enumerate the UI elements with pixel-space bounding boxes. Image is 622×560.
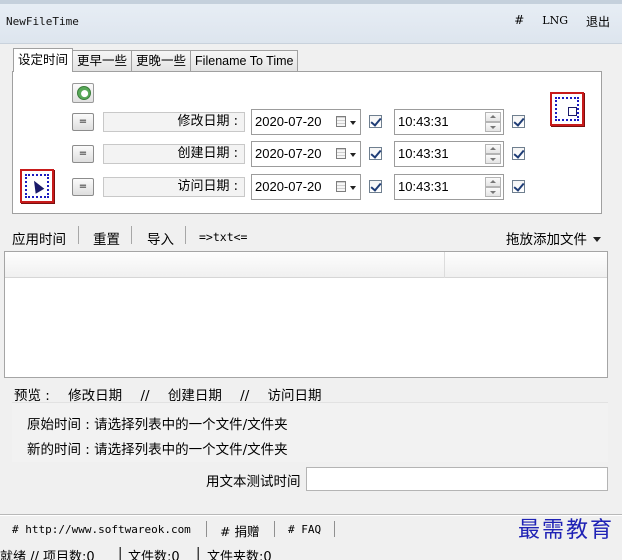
file-list[interactable] [4, 251, 608, 378]
created-time-checkbox[interactable] [512, 147, 525, 160]
app-title: NewFileTime [6, 15, 79, 28]
tab-strip: 设定时间 更早一些 更晚一些 Filename To Time [13, 48, 299, 72]
created-date-input[interactable]: 2020-07-20 [251, 141, 361, 167]
row-accessed: = 访问日期 : 2020-07-20 10:43:31 [13, 174, 603, 200]
row-created: = 创建日期 : 2020-07-20 10:43:31 [13, 141, 603, 167]
chevron-down-icon [593, 237, 601, 242]
export-txt-button[interactable]: =>txt<= [199, 230, 247, 244]
chevron-down-icon[interactable] [350, 121, 356, 125]
accessed-label: 访问日期 : [103, 177, 245, 197]
bottom-divider [334, 521, 335, 537]
title-bar: NewFileTime # LNG 退出 [0, 0, 622, 44]
tab-set-time[interactable]: 设定时间 [13, 48, 74, 72]
test-time-input[interactable] [306, 467, 608, 491]
drag-add-files-menu[interactable]: 拖放添加文件 [506, 228, 601, 248]
menu-language[interactable]: LNG [542, 13, 568, 30]
modified-time-value: 10:43:31 [398, 114, 449, 129]
accessed-time-spinner[interactable] [485, 177, 501, 197]
status-divider: | [196, 546, 201, 560]
spin-down-icon[interactable] [485, 187, 501, 197]
top-menu: # LNG 退出 [514, 13, 610, 30]
cursor-icon [568, 107, 577, 116]
calendar-icon[interactable] [336, 116, 346, 127]
faq-link[interactable]: # FAQ [288, 523, 321, 536]
modified-date-value: 2020-07-20 [255, 114, 322, 129]
bottom-divider [206, 521, 207, 537]
spin-up-icon[interactable] [485, 112, 501, 122]
title-bar-edge [0, 0, 622, 4]
created-date-value: 2020-07-20 [255, 146, 322, 161]
copy-accessed-button[interactable]: = [72, 178, 94, 196]
accessed-time-value: 10:43:31 [398, 179, 449, 194]
test-time-label: 用文本测试时间 [206, 474, 301, 490]
file-list-column-name[interactable] [5, 252, 445, 278]
new-time-text: 新的时间 : 请选择列表中的一个文件/文件夹 [27, 442, 288, 458]
copy-modified-button[interactable]: = [72, 113, 94, 131]
modified-label: 修改日期 : [103, 112, 245, 132]
status-divider: | [118, 546, 123, 560]
set-time-panel: = 修改日期 : 2020-07-20 10:43:31 = 创建日期 : 20… [12, 71, 602, 214]
preview-line: 预览 : 修改日期 // 创建日期 // 访问日期 [14, 384, 336, 404]
time-info-area: 原始时间 : 请选择列表中的一个文件/文件夹 新的时间 : 请选择列表中的一个文… [12, 402, 608, 462]
spin-down-icon[interactable] [485, 122, 501, 132]
spin-up-icon[interactable] [485, 144, 501, 154]
website-link[interactable]: # http://www.softwareok.com [12, 523, 191, 536]
spin-down-icon[interactable] [485, 154, 501, 164]
apply-time-button[interactable]: 应用时间 [12, 228, 66, 248]
accessed-time-checkbox[interactable] [512, 180, 525, 193]
created-time-input[interactable]: 10:43:31 [394, 141, 504, 167]
spin-up-icon[interactable] [485, 177, 501, 187]
file-picker-left-icon[interactable] [20, 169, 54, 203]
accessed-time-input[interactable]: 10:43:31 [394, 174, 504, 200]
copy-created-button[interactable]: = [72, 145, 94, 163]
drag-add-files-label: 拖放添加文件 [506, 232, 587, 248]
created-label: 创建日期 : [103, 144, 245, 164]
import-button[interactable]: 导入 [147, 228, 174, 248]
toolbar-divider [185, 226, 186, 244]
original-time-text: 原始时间 : 请选择列表中的一个文件/文件夹 [27, 417, 288, 433]
clock-icon [77, 86, 91, 100]
status-files: 文件数:0 [128, 550, 180, 560]
menu-hash[interactable]: # [514, 13, 524, 30]
modified-time-spinner[interactable] [485, 112, 501, 132]
file-list-header [5, 252, 607, 278]
tab-earlier[interactable]: 更早一些 [72, 50, 133, 72]
modified-date-input[interactable]: 2020-07-20 [251, 109, 361, 135]
modified-date-checkbox[interactable] [369, 115, 382, 128]
toolbar-divider [131, 226, 132, 244]
status-bar: 就绪 // 项目数:0 | 文件数:0 | 文件夹数:0 [0, 544, 622, 560]
created-date-checkbox[interactable] [369, 147, 382, 160]
status-ready: 就绪 // 项目数:0 [0, 550, 95, 560]
chevron-down-icon[interactable] [350, 186, 356, 190]
calendar-icon[interactable] [336, 148, 346, 159]
toolbar-divider [78, 226, 79, 244]
status-folders: 文件夹数:0 [207, 550, 272, 560]
file-picker-right-icon[interactable] [550, 92, 584, 126]
tab-later[interactable]: 更晚一些 [131, 50, 192, 72]
created-time-spinner[interactable] [485, 144, 501, 164]
donate-link[interactable]: # 捐赠 [220, 521, 259, 540]
calendar-icon[interactable] [336, 181, 346, 192]
modified-time-checkbox[interactable] [512, 115, 525, 128]
menu-exit[interactable]: 退出 [586, 13, 610, 30]
modified-time-input[interactable]: 10:43:31 [394, 109, 504, 135]
chevron-down-icon[interactable] [350, 153, 356, 157]
tab-filename-to-time[interactable]: Filename To Time [190, 50, 299, 72]
current-time-button[interactable] [72, 83, 94, 103]
accessed-date-input[interactable]: 2020-07-20 [251, 174, 361, 200]
accessed-date-value: 2020-07-20 [255, 179, 322, 194]
watermark-text: 最需教育 [517, 518, 614, 543]
created-time-value: 10:43:31 [398, 146, 449, 161]
reset-button[interactable]: 重置 [93, 228, 120, 248]
file-list-column-info[interactable] [445, 252, 607, 278]
row-modified: = 修改日期 : 2020-07-20 10:43:31 [13, 109, 603, 135]
action-toolbar: 应用时间 重置 导入 =>txt<= 拖放添加文件 [0, 222, 622, 248]
accessed-date-checkbox[interactable] [369, 180, 382, 193]
bottom-divider [274, 521, 275, 537]
